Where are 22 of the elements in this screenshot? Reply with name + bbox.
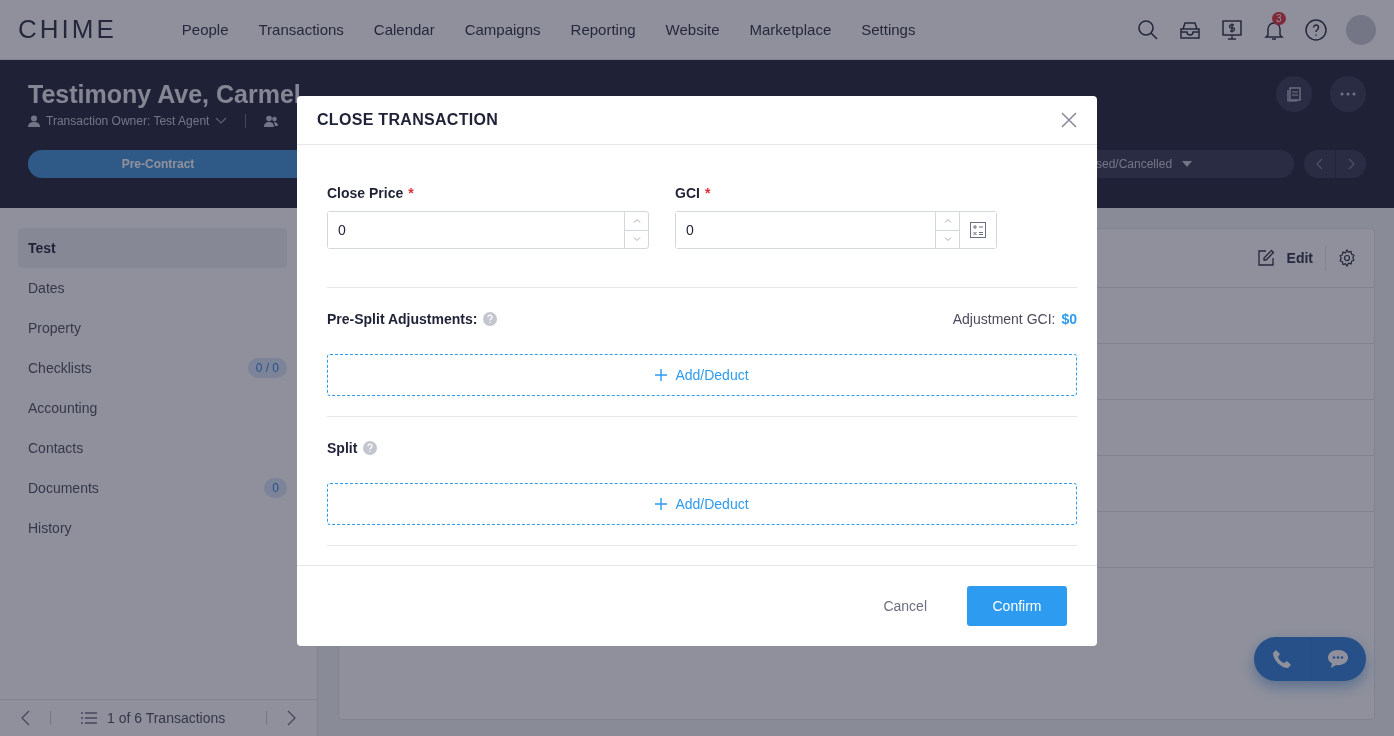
transaction-counter: 1 of 6 Transactions xyxy=(107,710,226,726)
sidebar-item-label: Checklists xyxy=(28,360,92,376)
summary-value: $0 xyxy=(1061,311,1077,327)
transaction-title: Testimony Ave, Carmel xyxy=(28,79,301,109)
sidebar-item-label: History xyxy=(28,520,72,536)
section-title: Split xyxy=(327,440,358,456)
field-label: Close Price xyxy=(327,185,404,201)
notification-count: 3 xyxy=(1272,11,1286,25)
dialog-title: CLOSE TRANSACTION xyxy=(317,111,499,129)
field-label: GCI xyxy=(675,185,700,201)
sidebar-item-label: Accounting xyxy=(28,400,98,416)
count-badge: 0 xyxy=(264,478,287,498)
sidebar-item-label: Test xyxy=(28,240,56,256)
sidebar-item-label: Property xyxy=(28,320,81,336)
sidebar-item-label: Contacts xyxy=(28,440,84,456)
count-badge: 0 / 0 xyxy=(247,358,287,378)
section-title: Pre-Split Adjustments: xyxy=(327,311,478,327)
required-mark: * xyxy=(408,185,414,201)
sidebar-item-label: Documents xyxy=(28,480,99,496)
required-mark: * xyxy=(704,185,711,201)
summary-label: Adjustment GCI: xyxy=(952,311,1056,327)
sidebar-item-label: Dates xyxy=(28,280,65,296)
